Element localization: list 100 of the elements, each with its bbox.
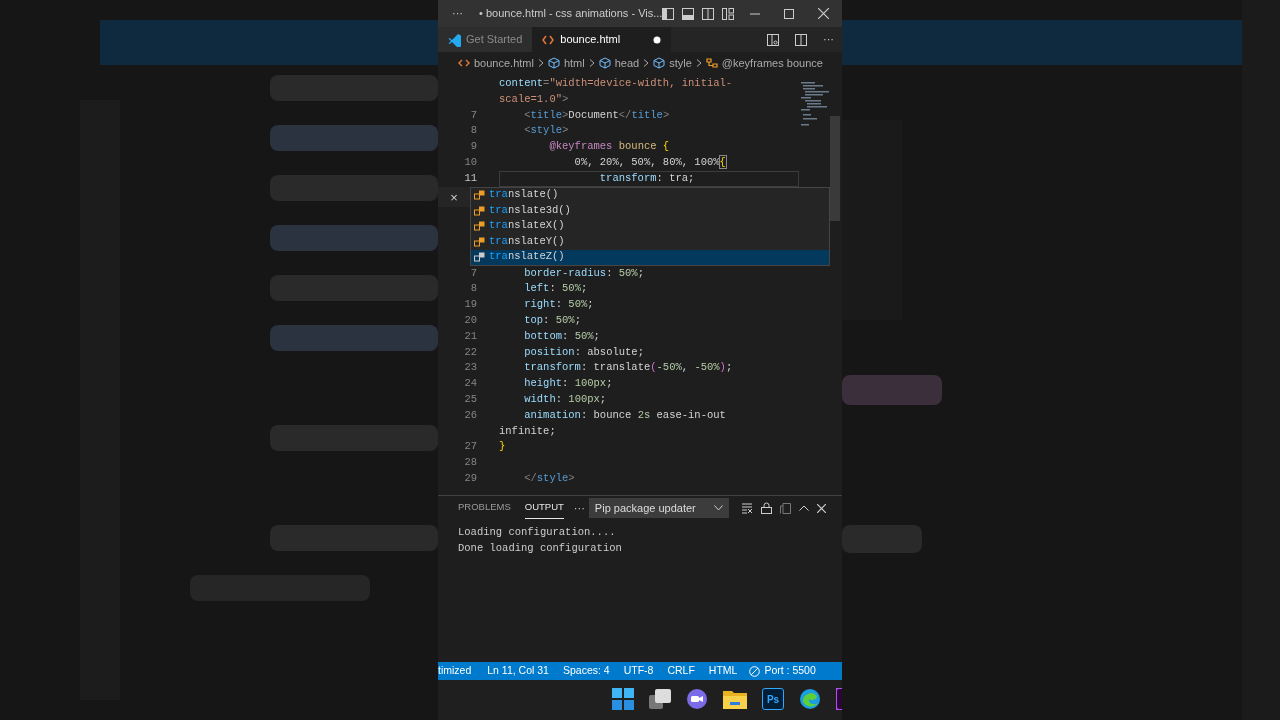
toggle-sidebar-icon[interactable] xyxy=(662,7,675,20)
chevron-icon xyxy=(695,59,702,67)
line-number: 29 xyxy=(463,470,477,486)
code-file-icon xyxy=(458,57,470,69)
more-button[interactable]: ··· xyxy=(573,499,585,517)
cube-icon xyxy=(547,57,560,69)
line-number: 21 xyxy=(463,328,477,344)
line-number: 23 xyxy=(463,360,477,376)
editor-tab[interactable]: Get Started xyxy=(438,27,533,52)
status-item[interactable]: timized xyxy=(438,663,472,679)
status-item[interactable]: Ln 11, Col 31 xyxy=(487,663,549,679)
channel-dropdown[interactable]: Pip package updater xyxy=(588,498,729,518)
split-editor-icon[interactable] xyxy=(795,33,807,46)
suggestion-item[interactable]: translateZ() xyxy=(471,249,829,266)
maximize-icon[interactable] xyxy=(784,8,795,19)
line-number: 8 xyxy=(469,123,477,139)
code-line: } xyxy=(499,439,507,455)
window-title: • bounce.html - css animations - Vis... xyxy=(479,6,663,22)
lock-icon[interactable] xyxy=(760,502,772,514)
code-line: border-radius: 50%; xyxy=(523,265,645,281)
line-number: 28 xyxy=(463,455,477,471)
output-line: Loading configuration.... xyxy=(458,525,617,540)
method-icon xyxy=(474,190,485,201)
edge-browser-icon[interactable] xyxy=(799,688,821,710)
status-item[interactable]: HTML xyxy=(708,663,738,679)
editor-tab[interactable]: bounce.html xyxy=(532,27,672,52)
line-number: 24 xyxy=(463,376,477,392)
status-item[interactable]: CRLF xyxy=(667,663,695,679)
folder-icon[interactable] xyxy=(723,688,747,710)
vscode-logo-icon xyxy=(448,32,461,47)
line-number: 26 xyxy=(463,407,477,423)
panel-tab[interactable]: OUTPUT xyxy=(524,497,564,519)
no-entry-icon xyxy=(749,665,761,677)
line-number: 22 xyxy=(463,344,477,360)
suggestion-item[interactable]: translateX() xyxy=(471,218,829,235)
chevron-up-icon[interactable] xyxy=(798,505,809,511)
line-number: 20 xyxy=(463,313,477,328)
suggestion-item[interactable]: translateY() xyxy=(471,234,829,250)
code-line: position: absolute; xyxy=(523,344,645,360)
breadcrumb-item[interactable]: head xyxy=(614,54,640,72)
method-icon xyxy=(474,221,485,232)
code-line: @keyframes bounce { xyxy=(548,139,671,155)
clear-output-icon[interactable] xyxy=(740,502,753,514)
suggestion-item[interactable]: translate3d() xyxy=(471,203,829,219)
chevron-icon xyxy=(537,59,544,67)
code-line: left: 50%; xyxy=(523,281,589,297)
copy-icon[interactable] xyxy=(779,502,791,514)
open-preview-icon[interactable] xyxy=(767,33,779,46)
code-line: width: 100px; xyxy=(523,391,608,407)
line-number: 7 xyxy=(469,265,477,281)
line-number: 7 xyxy=(469,107,477,123)
code-line: scale=1.0"> xyxy=(499,91,570,107)
chevron-icon xyxy=(643,59,650,67)
code-line: bottom: 50%; xyxy=(523,328,601,344)
method-icon xyxy=(474,236,485,247)
code-line: infinite; xyxy=(499,423,557,439)
cube-icon xyxy=(598,57,611,69)
cube-icon xyxy=(653,57,666,69)
code-line: content="width=device-width, initial- xyxy=(499,76,734,91)
code-line: </style> xyxy=(523,470,576,486)
toggle-panel-icon[interactable] xyxy=(682,7,695,20)
menu-button[interactable]: ··· xyxy=(452,5,463,22)
code-line: top: 50%; xyxy=(523,312,582,328)
code-line: transform: tra; xyxy=(499,170,799,187)
status-item[interactable]: UTF-8 xyxy=(623,663,654,679)
panel-tab[interactable]: PROBLEMS xyxy=(458,497,511,519)
photoshop-app-icon[interactable]: Ps xyxy=(762,688,784,710)
close-button[interactable]: × xyxy=(438,186,470,207)
close-icon[interactable] xyxy=(816,503,826,513)
breadcrumb-item[interactable]: @keyframes bounce xyxy=(721,54,823,72)
line-number: 8 xyxy=(469,281,477,297)
task-view-icon[interactable] xyxy=(649,689,671,709)
code-line: height: 100px; xyxy=(523,376,614,392)
windows-logo-icon[interactable] xyxy=(612,688,634,710)
breadcrumb-item[interactable]: style xyxy=(669,54,692,72)
port-status[interactable]: Port : 5500 xyxy=(749,663,816,679)
scrollbar-thumb-icon[interactable] xyxy=(830,116,840,221)
line-number: 27 xyxy=(463,439,477,455)
code-line: animation: bounce 2s ease-in-out xyxy=(523,407,727,423)
suggestion-item[interactable]: translate() xyxy=(471,187,829,204)
customize-layout-icon[interactable] xyxy=(722,7,735,20)
breadcrumb-item[interactable]: html xyxy=(563,54,585,72)
method-icon xyxy=(474,205,485,216)
status-item[interactable]: Spaces: 4 xyxy=(562,663,610,679)
code-line: <style> xyxy=(523,123,570,139)
toggle-secondary-sidebar-icon[interactable] xyxy=(702,7,715,20)
more-actions-button[interactable]: ··· xyxy=(823,31,834,48)
line-number: 11 xyxy=(463,170,477,186)
chevron-icon xyxy=(588,59,595,67)
output-line: Done loading configuration xyxy=(458,541,623,556)
close-icon[interactable] xyxy=(818,8,830,19)
chevron-down-icon xyxy=(713,505,723,511)
code-line: <title>Document</title> xyxy=(523,107,671,123)
breadcrumb-item[interactable]: bounce.html xyxy=(474,54,534,72)
chat-icon[interactable] xyxy=(686,688,708,710)
structure-icon xyxy=(705,57,718,69)
line-number: 9 xyxy=(469,139,477,155)
unsaved-dot-icon xyxy=(653,35,662,44)
method-icon xyxy=(474,252,485,263)
line-number: 19 xyxy=(463,297,477,313)
